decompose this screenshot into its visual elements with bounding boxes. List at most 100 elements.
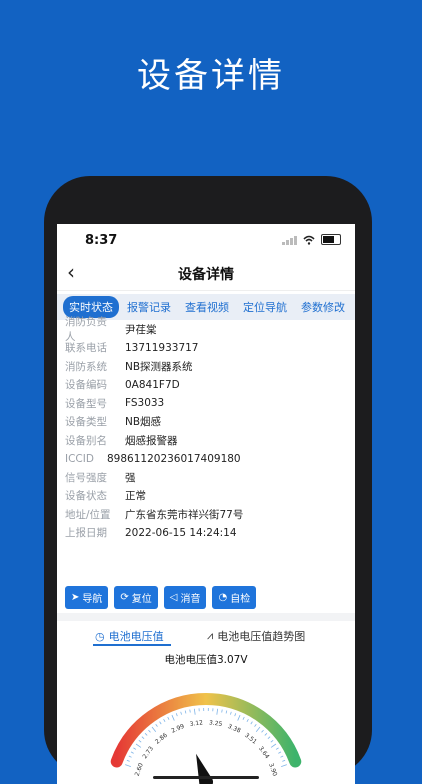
status-time: 8:37: [85, 233, 117, 248]
status-bar: 8:37: [57, 224, 355, 254]
info-value: FS3033: [125, 397, 164, 409]
gauge-tick: [251, 722, 253, 725]
mute-button[interactable]: ◁消音: [164, 586, 207, 609]
mute-label: 消音: [180, 590, 200, 605]
home-indicator: [153, 776, 259, 779]
trend-chart-icon: ⩘: [207, 629, 213, 643]
info-value: 0A841F7D: [125, 379, 180, 391]
gauge-tick: [145, 733, 147, 735]
info-label: 设备别名: [65, 433, 117, 448]
reset-button[interactable]: ⟳ 复位: [114, 586, 157, 609]
self-test-label: 自检: [230, 590, 250, 605]
tab-view-video[interactable]: 查看视频: [179, 296, 235, 318]
tab-battery-voltage[interactable]: ◷ 电池电压值: [95, 628, 164, 644]
gauge-tick: [176, 713, 177, 716]
info-label: ICCID: [65, 453, 103, 465]
tab-voltage-trend[interactable]: ⩘ 电池电压值趋势图: [207, 628, 305, 644]
info-row: 上报日期2022-06-15 14:24:14: [57, 524, 355, 543]
navigate-label: 导航: [82, 590, 102, 605]
gauge-tick-label: 2.73: [142, 745, 156, 760]
gauge-tick: [142, 737, 144, 739]
info-row: 设备别名烟感报警器: [57, 431, 355, 450]
phone-frame: 8:37 ‹ 设备详情 实时状态 报警记录 查看视频 定位导航 参数修改 消防负…: [44, 176, 372, 776]
gauge-tick-label: 2.60: [134, 762, 145, 777]
gauge-tick: [217, 709, 218, 715]
info-value: 13711933717: [125, 342, 199, 354]
gauge-tick-label: 3.51: [243, 732, 258, 746]
active-tab-underline: [93, 644, 171, 646]
gauge-tick: [226, 711, 227, 714]
promo-title: 设备详情: [0, 48, 422, 97]
gauge-tick: [148, 730, 150, 732]
gauge-icon: ◷: [95, 630, 105, 643]
gauge-tick: [190, 710, 191, 713]
app-screen: 8:37 ‹ 设备详情 实时状态 报警记录 查看视频 定位导航 参数修改 消防负…: [57, 224, 355, 784]
action-buttons: ➤导航 ⟳ 复位 ◁消音 ◔自检: [65, 586, 256, 609]
info-value: 尹荏棠: [125, 322, 157, 337]
info-label: 设备型号: [65, 396, 117, 411]
gauge-tick: [278, 752, 281, 753]
voltage-gauge: 2.602.732.862.993.123.253.383.513.643.90: [57, 664, 355, 784]
info-label: 设备类型: [65, 414, 117, 429]
signal-icon: [282, 235, 297, 245]
gauge-tick: [265, 733, 267, 735]
status-icons: [282, 234, 341, 245]
gauge-tick: [139, 740, 141, 742]
gauge-tick-label: 2.86: [154, 732, 169, 746]
info-row: 设备编码0A841F7D: [57, 376, 355, 395]
page-title: 设备详情: [57, 264, 355, 284]
gauge-tick: [181, 712, 182, 715]
gauge-tick-label: 3.38: [227, 723, 242, 735]
gauge-tick: [256, 727, 260, 732]
info-label: 地址/位置: [65, 507, 117, 522]
gauge-tick: [133, 748, 136, 750]
gauge-tick-label: 3.12: [189, 719, 203, 728]
gauge-tick: [271, 744, 276, 747]
gauge-tick: [125, 765, 131, 767]
gauge-tick: [268, 737, 270, 739]
info-value: 强: [125, 470, 136, 485]
reset-label: 复位: [132, 590, 152, 605]
tab-alarm-records[interactable]: 报警记录: [121, 296, 177, 318]
gauge-tick: [152, 727, 156, 732]
info-value: 89861120236017409180: [107, 453, 241, 465]
gauge-tick: [230, 712, 231, 715]
gauge-tick: [160, 722, 162, 725]
gauge-tick: [194, 709, 195, 715]
device-info-list: 消防负责人尹荏棠 联系电话 13711933717 消防系统 NB探测器系统 设备编…: [57, 320, 355, 542]
gauge-tick: [129, 756, 132, 757]
info-label: 上报日期: [65, 525, 117, 540]
gauge-tick: [168, 717, 169, 720]
info-value: 烟感报警器: [125, 433, 178, 448]
info-row: 消防负责人尹荏棠: [57, 320, 355, 339]
section-divider: [57, 613, 355, 621]
info-value: 正常: [125, 488, 146, 503]
gauge-tick: [282, 760, 285, 761]
gauge-tick: [235, 713, 236, 716]
navigation-arrow-icon: ➤: [71, 592, 79, 603]
gauge-tick-label: 2.99: [170, 723, 185, 735]
self-test-button[interactable]: ◔自检: [212, 586, 256, 609]
info-label: 消防系统: [65, 359, 117, 374]
refresh-icon: ⟳: [120, 592, 128, 603]
tab-parameter-edit[interactable]: 参数修改: [295, 296, 351, 318]
tab-voltage-trend-label: 电池电压值趋势图: [217, 628, 305, 644]
gauge-tick: [243, 717, 244, 720]
gauge-tick: [156, 724, 158, 726]
navigate-button[interactable]: ➤导航: [65, 586, 108, 609]
tab-location-navigation[interactable]: 定位导航: [237, 296, 293, 318]
gauge-tick: [127, 760, 130, 761]
info-row: 设备型号 FS3033: [57, 394, 355, 413]
gauge-tick: [222, 710, 223, 713]
tab-battery-voltage-label: 电池电压值: [109, 628, 164, 644]
info-value: NB探测器系统: [125, 359, 193, 374]
info-label: 联系电话: [65, 340, 117, 355]
gauge-tick: [262, 730, 264, 732]
battery-icon: [321, 234, 341, 245]
gauge-tick: [172, 715, 174, 721]
info-row: 信号强度强: [57, 468, 355, 487]
gauge-tick: [276, 748, 279, 750]
gauge-tick-label: 3.25: [209, 719, 223, 728]
gauge-tick: [185, 711, 186, 714]
info-value: 广东省东莞市祥兴街77号: [125, 507, 243, 522]
